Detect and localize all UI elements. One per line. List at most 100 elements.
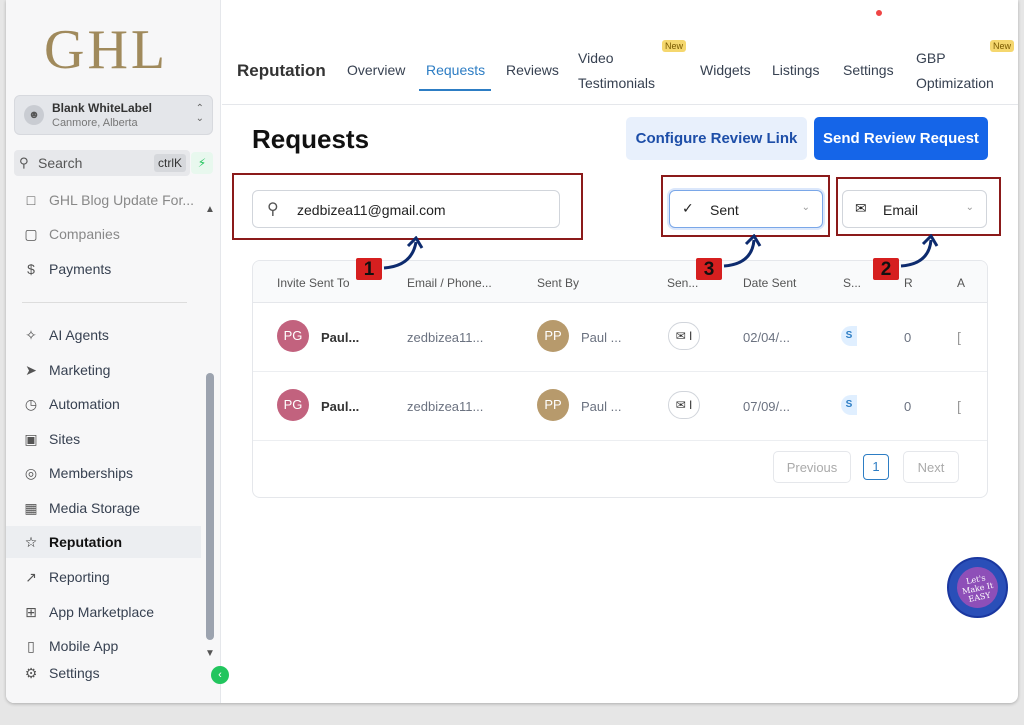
configure-review-link-button[interactable]: Configure Review Link bbox=[626, 117, 807, 160]
tab-gbp-optimization[interactable]: GBP Optimization bbox=[916, 46, 994, 96]
sidebar-item-label: App Marketplace bbox=[49, 604, 155, 620]
column-header[interactable]: A bbox=[957, 276, 965, 290]
brand-logo: GHL bbox=[44, 19, 169, 81]
search-input[interactable]: ⚲ zedbizea11@gmail.com bbox=[252, 190, 560, 228]
tab-overview[interactable]: Overview bbox=[347, 58, 405, 83]
section-title: Reputation bbox=[237, 61, 326, 80]
column-header[interactable]: Date Sent bbox=[743, 276, 796, 290]
action-icon[interactable]: [ bbox=[957, 398, 961, 414]
sidebar-item-reporting[interactable]: ↗ Reporting bbox=[6, 561, 201, 593]
sidebar-item-app-marketplace[interactable]: ⊞ App Marketplace bbox=[6, 596, 201, 628]
column-header[interactable]: Sen... bbox=[667, 276, 698, 290]
companies-icon: ▢ bbox=[24, 226, 38, 242]
app-window: GHL ☻ Blank WhiteLabel Canmore, Alberta … bbox=[6, 0, 1018, 703]
sidebar-item-label: GHL Blog Update For... bbox=[49, 192, 194, 208]
shortcut-hint: ctrlK bbox=[154, 154, 186, 172]
chevron-down-icon: ⌄ bbox=[965, 202, 974, 213]
sidebar-item-label: Reporting bbox=[49, 569, 110, 585]
invitee-email: zedbizea11... bbox=[407, 399, 484, 414]
sidebar-item-label: Reputation bbox=[49, 534, 123, 550]
channel-filter-select[interactable]: ✉ Email ⌄ bbox=[842, 190, 987, 228]
tab-requests[interactable]: Requests bbox=[426, 58, 485, 83]
sidebar-item-payments[interactable]: $ Payments bbox=[6, 253, 201, 285]
sidebar-item-sites[interactable]: ▣ Sites bbox=[6, 423, 201, 455]
sidebar-item-settings[interactable]: ⚙ Settings bbox=[6, 657, 201, 689]
watermark-badge: Let's Make It EASY bbox=[947, 557, 1008, 618]
search-icon: ⚲ bbox=[19, 155, 29, 170]
avatar: PG bbox=[277, 320, 309, 352]
tab-reviews[interactable]: Reviews bbox=[506, 58, 559, 83]
search-label: Search bbox=[38, 155, 83, 171]
table-row[interactable]: PG Paul... zedbizea11... PP Paul ... ✉ I… bbox=[253, 303, 987, 372]
channel-chip: ✉ I bbox=[668, 391, 700, 419]
mobile-icon: ▯ bbox=[27, 638, 35, 654]
phone-button[interactable]: ✆ bbox=[772, 9, 802, 39]
sidebar-item-marketing[interactable]: ➤ Marketing bbox=[6, 354, 201, 386]
scroll-up-icon[interactable]: ▲ bbox=[205, 204, 215, 215]
column-header[interactable]: S... bbox=[843, 276, 861, 290]
grid-icon: ⊞ bbox=[25, 604, 37, 620]
sidebar-item-label: Sites bbox=[49, 431, 81, 447]
scroll-down-icon[interactable]: ▼ bbox=[205, 648, 215, 659]
tab-settings[interactable]: Settings bbox=[843, 58, 894, 83]
curved-arrow-icon bbox=[900, 234, 939, 268]
new-badge: New bbox=[990, 40, 1015, 52]
step-marker-3: 3 bbox=[696, 258, 722, 280]
quick-action-button[interactable]: ⚡ bbox=[191, 152, 213, 174]
image-icon: ▦ bbox=[24, 500, 38, 516]
mail-icon: ✉ bbox=[855, 200, 867, 216]
user-icon: ☻ bbox=[24, 105, 44, 125]
help-button[interactable]: ? bbox=[933, 9, 963, 39]
user-avatar[interactable]: JT bbox=[974, 9, 1004, 39]
previous-page-button[interactable]: Previous bbox=[773, 451, 851, 483]
account-switcher[interactable]: ☻ Blank WhiteLabel Canmore, Alberta ⌃ ⌄ bbox=[14, 95, 213, 135]
collapse-sidebar-button[interactable]: ‹ bbox=[211, 666, 229, 684]
r-value: 0 bbox=[904, 399, 912, 414]
tab-label-line: GBP bbox=[916, 50, 946, 66]
action-icon[interactable]: [ bbox=[957, 329, 961, 345]
sidebar-item-blog[interactable]: □ GHL Blog Update For... bbox=[6, 184, 201, 216]
page-title: Requests bbox=[252, 124, 370, 154]
sites-icon: ▣ bbox=[24, 431, 38, 447]
r-value: 0 bbox=[904, 330, 912, 345]
search-input-value: zedbizea11@gmail.com bbox=[297, 202, 446, 218]
column-header[interactable]: Email / Phone... bbox=[407, 276, 492, 290]
page-number-button[interactable]: 1 bbox=[863, 454, 889, 480]
chevron-updown-icon: ⌃ ⌄ bbox=[195, 103, 204, 124]
invitee-email: zedbizea11... bbox=[407, 330, 484, 345]
sender-name: Paul ... bbox=[581, 399, 622, 414]
tab-listings[interactable]: Listings bbox=[772, 58, 819, 83]
account-location: Canmore, Alberta bbox=[52, 117, 138, 129]
sidebar-item-label: AI Agents bbox=[49, 327, 109, 343]
tab-label-line: Optimization bbox=[916, 75, 994, 91]
payments-icon: $ bbox=[27, 261, 35, 277]
automation-icon: ◷ bbox=[24, 396, 38, 412]
sidebar-item-media-storage[interactable]: ▦ Media Storage bbox=[6, 492, 201, 524]
next-page-button[interactable]: Next bbox=[903, 451, 959, 483]
sidebar-item-automation[interactable]: ◷ Automation bbox=[6, 388, 201, 420]
column-header[interactable]: Invite Sent To bbox=[277, 276, 350, 290]
bell-icon: ♨ bbox=[900, 16, 914, 32]
sidebar-item-ai-agents[interactable]: ✧ AI Agents bbox=[6, 319, 201, 351]
tab-widgets[interactable]: Widgets bbox=[700, 58, 751, 83]
notification-dot bbox=[875, 9, 883, 17]
sidebar-item-companies[interactable]: ▢ Companies bbox=[6, 218, 201, 250]
active-tab-indicator bbox=[419, 89, 491, 91]
sidebar-item-label: Automation bbox=[49, 396, 120, 412]
sidebar-item-memberships[interactable]: ◎ Memberships bbox=[6, 457, 201, 489]
sidebar-search[interactable]: ⚲ Search ctrlK bbox=[14, 150, 190, 176]
sidebar-item-reputation[interactable]: ☆ Reputation bbox=[6, 526, 201, 558]
channel-chip: ✉ I bbox=[668, 322, 700, 350]
sidebar-scrollbar[interactable] bbox=[206, 373, 214, 640]
send-review-request-button[interactable]: Send Review Request bbox=[814, 117, 988, 160]
ai-agents-icon: ✧ bbox=[25, 327, 37, 343]
magic-button[interactable]: ✦ bbox=[812, 9, 842, 39]
date-sent: 02/04/... bbox=[743, 330, 790, 345]
column-header[interactable]: R bbox=[904, 276, 913, 290]
column-header[interactable]: Sent By bbox=[537, 276, 579, 290]
table-row[interactable]: PG Paul... zedbizea11... PP Paul ... ✉ I… bbox=[253, 372, 987, 441]
requests-table: Invite Sent To Email / Phone... Sent By … bbox=[252, 260, 988, 498]
status-filter-select[interactable]: ✓ Sent ⌄ bbox=[669, 190, 823, 228]
notifications-button[interactable]: ♨ bbox=[892, 9, 922, 39]
tab-video-testimonials[interactable]: Video Testimonials bbox=[578, 46, 655, 96]
